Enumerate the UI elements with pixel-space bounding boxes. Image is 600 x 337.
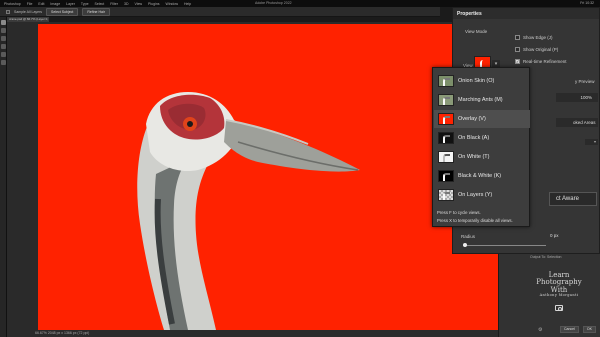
view-option-on-white[interactable]: On White (T) (434, 148, 530, 166)
show-edge-row[interactable]: Show Edge (J) (515, 35, 553, 40)
radius-slider-track[interactable] (463, 245, 546, 246)
onion-skin-thumb-icon (438, 75, 454, 87)
options-bar: Sample All Layers Select Subject Refine … (0, 7, 440, 17)
view-mode-label: View Mode (465, 29, 488, 34)
menu-filter[interactable]: Filter (110, 2, 118, 6)
window-title: Adobe Photoshop 2022 (255, 1, 292, 5)
output-to-label[interactable]: Output To: Selection (530, 255, 561, 259)
sample-all-label: Sample All Layers (14, 9, 43, 14)
menu-help[interactable]: Help (184, 2, 191, 6)
tools-panel (0, 17, 7, 337)
show-original-label: Show Original (P) (523, 47, 559, 52)
hand-tool-icon[interactable] (1, 52, 6, 57)
clock: Fri 10:32 (580, 1, 594, 5)
menu-layer[interactable]: Layer (66, 2, 75, 6)
view-option-onion-skin[interactable]: Onion Skin (O) (434, 72, 530, 90)
view-option-label: On Layers (Y) (458, 192, 493, 198)
view-option-label: On White (T) (458, 154, 490, 160)
view-option-overlay[interactable]: Overlay (V) (434, 110, 530, 128)
view-option-on-black[interactable]: On Black (A) (434, 129, 530, 147)
menu-view[interactable]: View (135, 2, 143, 6)
show-original-checkbox[interactable] (515, 47, 520, 52)
high-quality-preview-label: y Preview (575, 79, 595, 84)
on-layers-thumb-icon (438, 189, 454, 201)
menu-type[interactable]: Type (81, 2, 89, 6)
menu-photoshop[interactable]: Photoshop (4, 2, 21, 6)
opacity-field[interactable]: 100% (556, 93, 598, 102)
menu-bar: Photoshop File Edit Image Layer Type Sel… (0, 0, 600, 7)
status-bar: 66.67% 2048 px x 1366 px (72 ppi) (7, 330, 498, 337)
masked-areas-dropdown[interactable]: oked Areas (556, 118, 598, 127)
object-aware-button[interactable]: ct Aware (549, 192, 597, 206)
ok-button[interactable]: OK (582, 326, 596, 333)
lasso-tool-icon[interactable] (1, 44, 6, 49)
view-option-label: On Black (A) (458, 135, 490, 141)
show-edge-checkbox[interactable] (515, 35, 520, 40)
document-canvas[interactable] (38, 24, 499, 330)
view-option-label: Black & White (K) (458, 173, 502, 179)
marching-ants-thumb-icon (438, 94, 454, 106)
camera-icon (555, 304, 563, 311)
radius-value[interactable]: 0 px (550, 233, 559, 238)
view-option-label: Onion Skin (O) (458, 78, 495, 84)
view-option-marching-ants[interactable]: Marching Ants (M) (434, 91, 530, 109)
on-black-thumb-icon (438, 132, 454, 144)
refine-hair-button[interactable]: Refine Hair (82, 7, 110, 16)
refine-edge-brush-icon[interactable] (1, 28, 6, 33)
view-option-black-white[interactable]: Black & White (K) (434, 167, 530, 185)
radius-label: Radius (461, 234, 476, 239)
view-option-label: Overlay (V) (458, 116, 486, 122)
crane-image (137, 92, 360, 330)
menu-file[interactable]: File (27, 2, 33, 6)
on-white-thumb-icon (438, 151, 454, 163)
watermark-line-4: Anthony Morganti (539, 293, 579, 298)
radius-slider-handle[interactable] (463, 243, 467, 247)
show-original-row[interactable]: Show Original (P) (515, 47, 558, 52)
menu-edit[interactable]: Edit (38, 2, 44, 6)
menu-plugins[interactable]: Plugins (148, 2, 159, 6)
watermark: Learn Photography With Anthony Morganti (531, 271, 587, 315)
zoom-tool-icon[interactable] (1, 60, 6, 65)
view-option-label: Marching Ants (M) (458, 97, 503, 103)
quick-selection-tool-icon[interactable] (1, 20, 6, 25)
realtime-refinement-label: Real-time Refinement (523, 59, 567, 64)
view-option-on-layers[interactable]: On Layers (Y) (434, 186, 530, 204)
small-dropdown-arrow-icon[interactable]: ▾ (585, 139, 598, 145)
view-hint-disable: Press X to temporarily disable all views… (437, 218, 513, 223)
menu-window[interactable]: Window (166, 2, 178, 6)
view-hint-cycle: Press F to cycle views. (437, 210, 481, 215)
realtime-refinement-row[interactable]: ✓ Real-time Refinement (515, 59, 567, 64)
select-subject-button[interactable]: Select Subject (46, 7, 79, 16)
brush-tool-icon[interactable] (1, 36, 6, 41)
realtime-refinement-checkbox[interactable]: ✓ (515, 59, 520, 64)
overlay-thumb-icon (438, 113, 454, 125)
view-mode-popup: Onion Skin (O) Marching Ants (M) Overlay… (432, 67, 530, 227)
menu-3d[interactable]: 3D (124, 2, 128, 6)
black-white-thumb-icon (438, 170, 454, 182)
menu-select[interactable]: Select (95, 2, 105, 6)
menu-image[interactable]: Image (50, 2, 60, 6)
properties-title: Properties (453, 8, 599, 19)
cancel-button[interactable]: Cancel (560, 326, 579, 333)
gear-icon[interactable]: ⚙ (538, 327, 542, 333)
show-edge-label: Show Edge (J) (523, 35, 553, 40)
sample-all-checkbox[interactable] (6, 9, 10, 14)
dialog-buttons: Cancel OK (560, 326, 596, 333)
